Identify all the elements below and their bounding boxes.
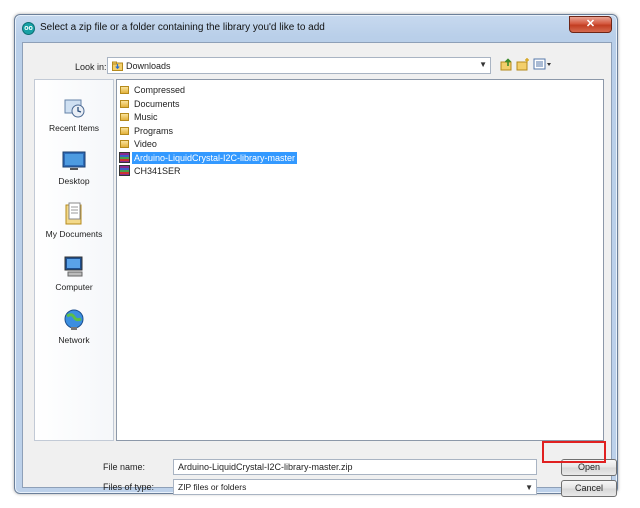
file-name: CH341SER [134, 166, 181, 176]
look-in-label: Look in: [75, 62, 107, 72]
view-menu-icon[interactable] [533, 57, 553, 71]
folder-icon [119, 125, 129, 136]
file-type-combo[interactable]: ZIP files or folders ▼ [173, 479, 537, 495]
new-folder-icon[interactable] [516, 57, 530, 71]
file-type-value: ZIP files or folders [178, 482, 247, 492]
file-name: Compressed [134, 85, 186, 95]
place-label: Recent Items [48, 123, 100, 133]
zip-archive-icon [119, 152, 130, 163]
close-button[interactable]: ✕ [569, 16, 612, 33]
network-icon [62, 308, 86, 332]
file-name: Arduino-LiquidCrystal-I2C-library-master [132, 152, 298, 164]
dialog-title: Select a zip file or a folder containing… [40, 22, 325, 33]
cancel-button[interactable]: Cancel [561, 480, 617, 497]
place-label: Network [58, 335, 90, 345]
dialog-window: oo Select a zip file or a folder contain… [14, 14, 618, 497]
place-desktop[interactable]: Desktop [35, 149, 113, 186]
file-name: Documents [134, 99, 180, 109]
recent-items-icon [62, 96, 86, 120]
place-label: Computer [55, 282, 93, 292]
place-network[interactable]: Network [35, 308, 113, 345]
place-recent-items[interactable]: Recent Items [35, 96, 113, 133]
desktop-icon [62, 149, 86, 173]
chevron-down-icon: ▼ [525, 483, 533, 492]
file-type-label: Files of type: [103, 482, 155, 492]
file-name-input[interactable]: Arduino-LiquidCrystal-I2C-library-master… [173, 459, 537, 475]
dialog-client-area: Look in: Downloads ▼ Recent Items Deskto… [22, 42, 617, 497]
file-name-label: File name: [103, 462, 146, 472]
up-folder-icon[interactable] [500, 57, 514, 71]
my-documents-icon [62, 202, 86, 226]
downloads-folder-icon [112, 61, 123, 73]
file-name: Video [134, 139, 157, 149]
place-computer[interactable]: Computer [35, 255, 113, 292]
file-name: Music [134, 112, 158, 122]
title-bar[interactable]: oo Select a zip file or a folder contain… [15, 15, 617, 41]
arduino-app-icon: oo [22, 22, 35, 35]
folder-icon [119, 111, 129, 122]
open-button-highlight [542, 441, 606, 463]
chevron-down-icon: ▼ [479, 60, 487, 69]
folder-icon [119, 138, 129, 149]
computer-icon [62, 255, 86, 279]
place-label: Desktop [58, 176, 90, 186]
places-bar: Recent Items Desktop My Documents Comput… [34, 79, 114, 441]
folder-icon [119, 98, 129, 109]
file-list[interactable]: Compressed Documents Music Programs Vide… [116, 79, 604, 441]
look-in-combo[interactable]: Downloads ▼ [107, 57, 491, 74]
place-my-documents[interactable]: My Documents [35, 202, 113, 239]
folder-icon [119, 84, 129, 95]
zip-archive-icon [119, 165, 130, 176]
look-in-value: Downloads [126, 61, 171, 71]
place-label: My Documents [45, 229, 103, 239]
file-name: Programs [134, 126, 174, 136]
